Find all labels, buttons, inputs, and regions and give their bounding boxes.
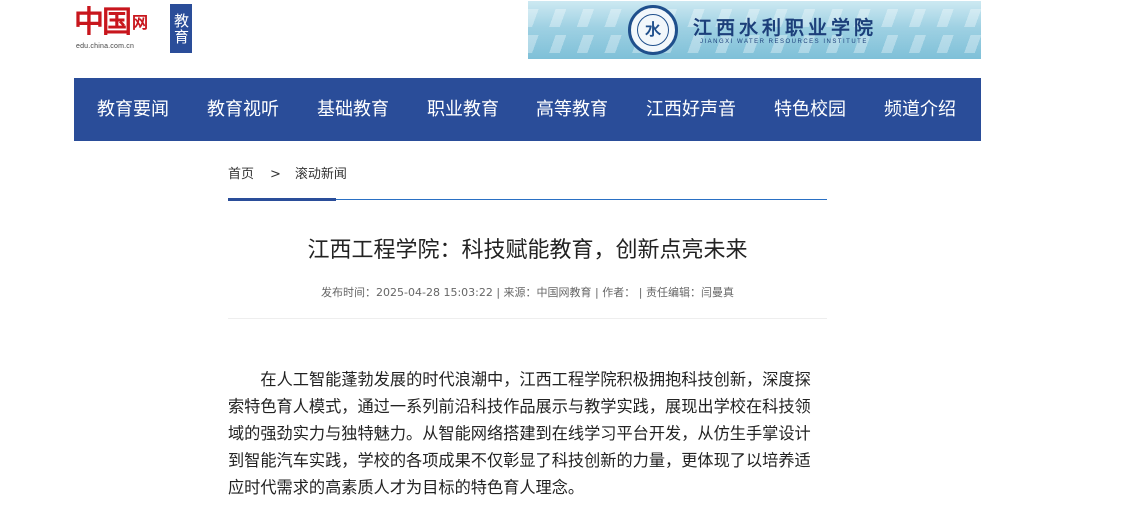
- breadcrumb-separator: >: [270, 167, 281, 182]
- nav-item-channel-intro[interactable]: 频道介绍: [884, 78, 956, 141]
- article-meta: 发布时间：2025-04-28 15:03:22 | 来源：中国网教育 | 作者…: [321, 286, 734, 299]
- nav-item-vocational-education[interactable]: 职业教育: [427, 78, 499, 141]
- breadcrumb-divider-accent: [228, 198, 336, 201]
- nav-item-basic-education[interactable]: 基础教育: [317, 78, 389, 141]
- channel-badge[interactable]: 教育: [170, 4, 192, 53]
- school-seal-icon: 水: [628, 5, 678, 55]
- logo-mark: 中国网: [74, 3, 148, 43]
- breadcrumb-home-link[interactable]: 首页: [228, 167, 254, 182]
- article-title: 江西工程学院：科技赋能教育，创新点亮未来: [307, 238, 748, 263]
- banner-school-name-en: JIANGXI WATER RESOURCES INSTITUTE: [700, 39, 868, 45]
- breadcrumb: 首页 > 滚动新闻: [228, 163, 347, 182]
- page: 中国网 edu.china.com.cn 教育 水 江西水利职业学院 JIANG…: [0, 0, 1138, 511]
- banner-school-name: 江西水利职业学院: [693, 17, 878, 39]
- sponsor-banner[interactable]: 水 江西水利职业学院 JIANGXI WATER RESOURCES INSTI…: [528, 1, 981, 59]
- main-nav: 教育要闻 教育视听 基础教育 职业教育 高等教育 江西好声音 特色校园 频道介绍: [74, 78, 981, 141]
- breadcrumb-current-link[interactable]: 滚动新闻: [295, 167, 347, 182]
- article-body-paragraph: 在人工智能蓬勃发展的时代浪潮中，江西工程学院积极拥抱科技创新，深度探索特色育人模…: [228, 370, 811, 497]
- nav-item-higher-education[interactable]: 高等教育: [536, 78, 608, 141]
- logo-main-text: 中国: [74, 5, 132, 40]
- nav-item-featured-campus[interactable]: 特色校园: [774, 78, 846, 141]
- seal-glyph: 水: [637, 14, 669, 46]
- logo-small-text: 网: [132, 13, 148, 32]
- logo-url: edu.china.com.cn: [76, 43, 135, 50]
- meta-divider: [228, 318, 827, 319]
- nav-item-education-news[interactable]: 教育要闻: [97, 78, 169, 141]
- nav-item-education-video[interactable]: 教育视听: [207, 78, 279, 141]
- nav-item-jiangxi-voice[interactable]: 江西好声音: [646, 78, 736, 141]
